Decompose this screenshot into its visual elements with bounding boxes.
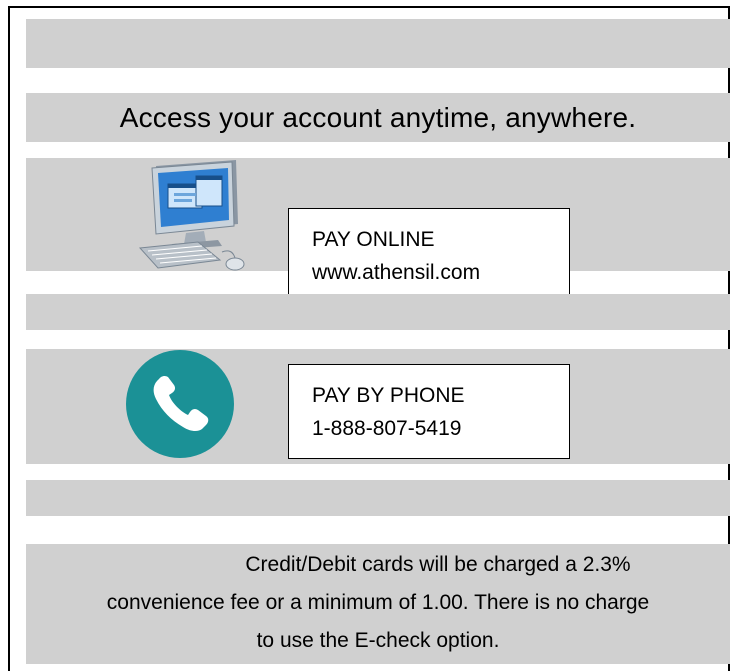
pay-online-label: PAY ONLINE <box>312 228 435 251</box>
pay-online-box[interactable]: PAY ONLINE www.athensil.com <box>288 208 570 303</box>
fee-note-line: Credit/Debit cards will be charged a 2.3… <box>245 553 631 576</box>
fee-note-line: to use the E-check option. <box>256 629 500 652</box>
phone-icon <box>126 350 234 458</box>
pay-by-phone-label: PAY BY PHONE <box>312 384 465 407</box>
fee-note-line: convenience fee or a minimum of 1.00. Th… <box>106 591 650 614</box>
pay-by-phone-box[interactable]: PAY BY PHONE 1-888-807-5419 <box>288 364 570 459</box>
fee-note: Credit/Debit cards will be charged a 2.3… <box>26 546 730 660</box>
spacer-band <box>26 294 730 330</box>
phone-number[interactable]: 1-888-807-5419 <box>312 412 569 445</box>
computer-icon <box>138 160 245 271</box>
headline: Access your account anytime, anywhere. <box>119 101 637 133</box>
pay-online-url[interactable]: www.athensil.com <box>312 256 569 289</box>
spacer-band <box>26 480 730 516</box>
spacer-band <box>26 19 730 68</box>
headline-band: Access your account anytime, anywhere. <box>26 93 730 142</box>
